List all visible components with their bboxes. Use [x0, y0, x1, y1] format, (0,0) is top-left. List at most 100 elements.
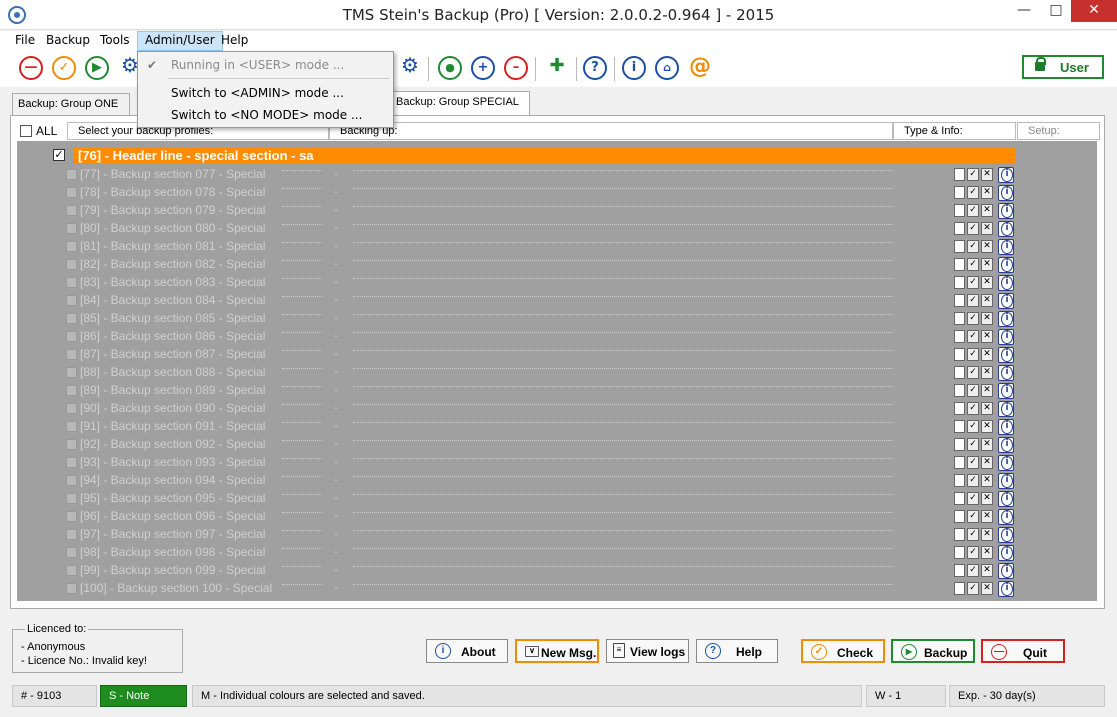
checked-icon[interactable]: ✓: [967, 258, 979, 271]
info-icon[interactable]: [998, 293, 1014, 309]
help-button[interactable]: ? Help: [696, 639, 778, 663]
document-icon[interactable]: [954, 222, 965, 235]
document-icon[interactable]: [954, 240, 965, 253]
user-mode-button[interactable]: User: [1022, 55, 1104, 79]
checked-icon[interactable]: ✓: [967, 474, 979, 487]
document-icon[interactable]: [954, 294, 965, 307]
menu-backup[interactable]: Backup: [39, 31, 97, 51]
document-icon[interactable]: [954, 420, 965, 433]
help-icon[interactable]: ?: [583, 56, 607, 80]
select-all-checkbox[interactable]: [20, 125, 32, 137]
info-icon[interactable]: [998, 401, 1014, 417]
row-checkbox[interactable]: [66, 169, 77, 180]
document-icon[interactable]: [954, 474, 965, 487]
checked-icon[interactable]: ✓: [967, 492, 979, 505]
cross-icon[interactable]: ✕: [981, 222, 993, 235]
checked-icon[interactable]: ✓: [967, 186, 979, 199]
info-icon[interactable]: [998, 365, 1014, 381]
document-icon[interactable]: [954, 258, 965, 271]
document-icon[interactable]: [954, 510, 965, 523]
cross-icon[interactable]: ✕: [981, 276, 993, 289]
info-icon[interactable]: [998, 239, 1014, 255]
checked-icon[interactable]: ✓: [967, 294, 979, 307]
cross-icon[interactable]: ✕: [981, 330, 993, 343]
checked-icon[interactable]: ✓: [967, 438, 979, 451]
info-icon[interactable]: [998, 545, 1014, 561]
cross-icon[interactable]: ✕: [981, 456, 993, 469]
checked-icon[interactable]: ✓: [967, 312, 979, 325]
document-icon[interactable]: [954, 348, 965, 361]
info-icon[interactable]: [998, 455, 1014, 471]
zoom-icon[interactable]: ●: [438, 56, 462, 80]
cross-icon[interactable]: ✕: [981, 582, 993, 595]
row-checkbox[interactable]: [66, 529, 77, 540]
cross-icon[interactable]: ✕: [981, 258, 993, 271]
cross-icon[interactable]: ✕: [981, 186, 993, 199]
cross-icon[interactable]: ✕: [981, 546, 993, 559]
document-icon[interactable]: [954, 276, 965, 289]
checked-icon[interactable]: ✓: [967, 564, 979, 577]
row-checkbox[interactable]: [66, 277, 77, 288]
settings-lock-icon[interactable]: ⚙: [398, 55, 422, 80]
backup-button[interactable]: ▶ Backup: [891, 639, 975, 663]
checked-icon[interactable]: ✓: [967, 168, 979, 181]
about-button[interactable]: i About: [426, 639, 508, 663]
row-checkbox[interactable]: [66, 547, 77, 558]
row-checkbox[interactable]: [66, 457, 77, 468]
document-icon[interactable]: [954, 168, 965, 181]
cross-icon[interactable]: ✕: [981, 294, 993, 307]
checked-icon[interactable]: ✓: [967, 276, 979, 289]
minimize-icon[interactable]: —: [1008, 0, 1040, 22]
info-icon[interactable]: [998, 257, 1014, 273]
zoom-in-icon[interactable]: +: [471, 56, 495, 80]
checked-icon[interactable]: ✓: [967, 330, 979, 343]
checked-icon[interactable]: ✓: [967, 402, 979, 415]
menu-help[interactable]: Help: [214, 31, 255, 51]
view-logs-button[interactable]: ≡ View logs: [606, 639, 689, 663]
cross-icon[interactable]: ✕: [981, 438, 993, 451]
info-icon[interactable]: [998, 167, 1014, 183]
row-checkbox[interactable]: [66, 385, 77, 396]
checked-icon[interactable]: ✓: [967, 510, 979, 523]
document-icon[interactable]: [954, 582, 965, 595]
checked-icon[interactable]: ✓: [967, 204, 979, 217]
info-icon[interactable]: [998, 329, 1014, 345]
cross-icon[interactable]: ✕: [981, 348, 993, 361]
check-button[interactable]: ✓ Check: [801, 639, 885, 663]
cross-icon[interactable]: ✕: [981, 402, 993, 415]
row-checkbox[interactable]: [66, 331, 77, 342]
document-icon[interactable]: [954, 204, 965, 217]
row-checkbox[interactable]: [66, 223, 77, 234]
info-icon[interactable]: [998, 437, 1014, 453]
cross-icon[interactable]: ✕: [981, 384, 993, 397]
tab-group-one[interactable]: Backup: Group ONE ...: [12, 93, 130, 130]
header-line-checkbox[interactable]: ✓: [53, 149, 65, 161]
cross-icon[interactable]: ✕: [981, 312, 993, 325]
document-icon[interactable]: [954, 312, 965, 325]
row-checkbox[interactable]: [66, 565, 77, 576]
document-icon[interactable]: [954, 402, 965, 415]
checked-icon[interactable]: ✓: [967, 348, 979, 361]
row-checkbox[interactable]: [66, 511, 77, 522]
close-icon[interactable]: ✕: [1071, 0, 1117, 22]
row-checkbox[interactable]: [66, 295, 77, 306]
info-icon[interactable]: [998, 275, 1014, 291]
info-icon[interactable]: [998, 185, 1014, 201]
row-checkbox[interactable]: [66, 439, 77, 450]
cross-icon[interactable]: ✕: [981, 168, 993, 181]
row-checkbox[interactable]: [66, 475, 77, 486]
info-icon[interactable]: [998, 581, 1014, 597]
new-msg-button[interactable]: ∨ New Msg.: [515, 639, 599, 663]
tab-group-special[interactable]: Backup: Group SPECIAL ...: [390, 91, 530, 128]
play-icon[interactable]: ▶: [85, 56, 109, 80]
cross-icon[interactable]: ✕: [981, 420, 993, 433]
checked-icon[interactable]: ✓: [967, 582, 979, 595]
document-icon[interactable]: [954, 456, 965, 469]
checked-icon[interactable]: ✓: [967, 420, 979, 433]
menu-file[interactable]: File: [8, 31, 42, 51]
row-checkbox[interactable]: [66, 259, 77, 270]
menu-item-switch-admin[interactable]: Switch to <ADMIN> mode ...: [138, 82, 393, 104]
info-icon[interactable]: [998, 473, 1014, 489]
menu-item-switch-no-mode[interactable]: Switch to <NO MODE> mode ...: [138, 104, 393, 126]
stop-icon[interactable]: —: [19, 56, 43, 80]
